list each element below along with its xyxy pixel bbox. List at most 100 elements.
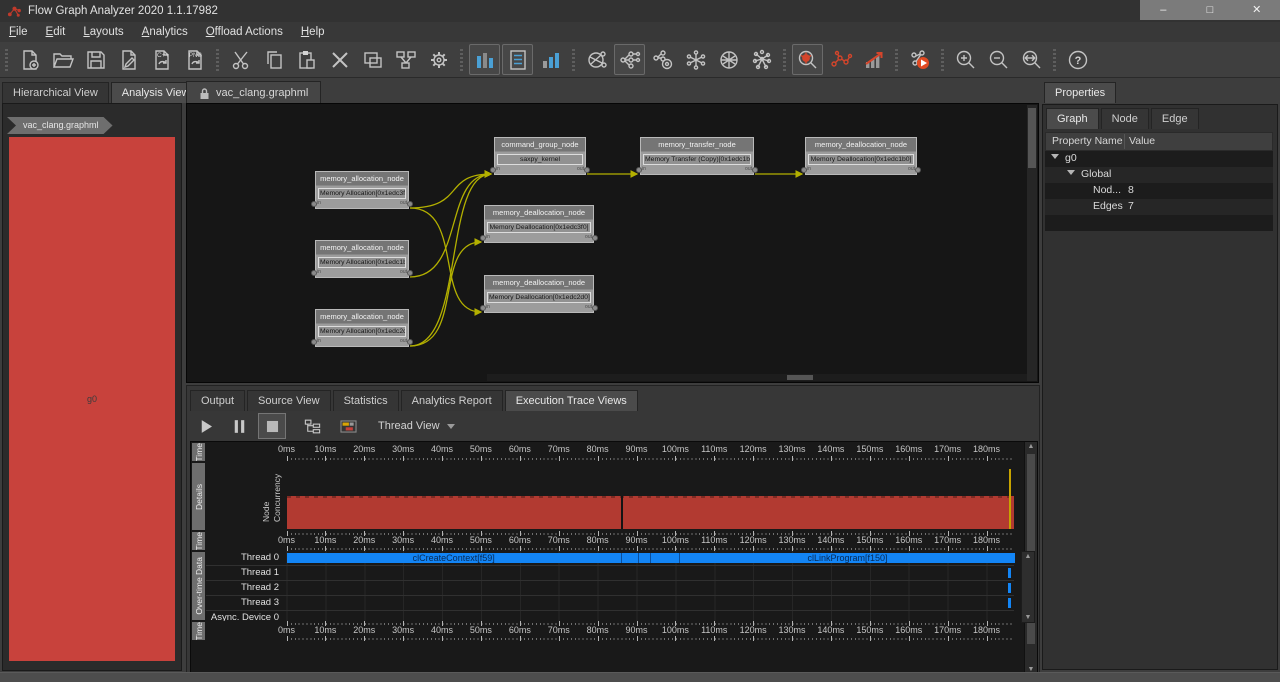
trace-event-mark[interactable] [1008,598,1011,608]
open-file-button[interactable] [47,44,78,75]
menu-item-analytics[interactable]: Analytics [133,22,197,42]
timeline-color-mode-button[interactable] [334,413,362,439]
menu-item-edit[interactable]: Edit [37,22,75,42]
output-port[interactable] [407,201,413,207]
menu-item-help[interactable]: Help [292,22,334,42]
ruler-tick-label: 30ms [381,444,425,454]
property-row-edges[interactable]: Edges7 [1045,199,1273,215]
output-port[interactable] [915,167,921,173]
paste-button[interactable] [291,44,322,75]
tab-analytics-report[interactable]: Analytics Report [401,390,503,411]
save-file-button[interactable] [80,44,111,75]
preferences-button[interactable] [423,44,454,75]
output-port[interactable] [752,167,758,173]
export-cpp-button[interactable]: C++ [146,44,177,75]
zoom-out-button[interactable] [983,44,1014,75]
cut-button[interactable] [225,44,256,75]
minimize-button[interactable]: – [1140,0,1187,20]
play-button[interactable] [192,413,220,439]
targeted-tree-layout-button[interactable] [647,44,678,75]
menu-item-layouts[interactable]: Layouts [74,22,132,42]
group-selection-button[interactable] [357,44,388,75]
breadcrumb[interactable]: vac_clang.graphml [7,117,113,134]
network-layout-button[interactable] [581,44,612,75]
graph-overview-thumbnail[interactable]: g0 [9,137,175,661]
trace-event-cllinkprogram-f150[interactable]: clLinkProgram[f150] [679,553,1014,563]
properties-tab-edge[interactable]: Edge [1151,108,1199,129]
chart-view-button[interactable] [535,44,566,75]
graph-node-memory_allocation_node[interactable]: memory_allocation_nodeMemory Allocation[… [315,171,409,209]
property-name: Edges [1093,200,1123,212]
trace-event[interactable] [621,553,640,563]
timeline-row-thread-1[interactable] [285,566,1014,581]
property-row-g0[interactable]: g0 [1045,151,1273,167]
trace-event-mark[interactable] [1008,568,1011,578]
graph-node-memory_deallocation_node[interactable]: memory_deallocation_nodeMemory Deallocat… [484,205,594,243]
output-port[interactable] [407,339,413,345]
properties-tab-graph[interactable]: Graph [1046,108,1099,129]
close-button[interactable]: ✕ [1233,0,1280,20]
document-tab[interactable]: vac_clang.graphml [186,81,321,104]
trace-sidebar-time: Time [192,443,205,461]
performance-analysis-button[interactable] [858,44,889,75]
help-button[interactable]: ? [1062,44,1093,75]
run-trace-button[interactable] [904,44,935,75]
menu-item-offload-actions[interactable]: Offload Actions [197,22,292,42]
menu-item-file[interactable]: File [0,22,37,42]
stop-button[interactable] [258,413,286,439]
timeline-row-thread-2[interactable] [285,581,1014,596]
graph-node-memory_transfer_node[interactable]: memory_transfer_nodeMemory Transfer (Cop… [640,137,754,175]
graph-node-command_group_node[interactable]: command_group_nodesaxpy_kernelinout [494,137,586,175]
tab-source-view[interactable]: Source View [247,390,331,411]
critical-path-button[interactable] [825,44,856,75]
cluster-layout-button[interactable] [746,44,777,75]
expand-arrow-icon[interactable] [1051,154,1059,159]
timeline-row-thread-3[interactable] [285,596,1014,611]
trace-event-mark[interactable] [1008,583,1011,593]
export-png-button[interactable]: PNG [179,44,210,75]
graph-node-memory_deallocation_node[interactable]: memory_deallocation_nodeMemory Deallocat… [484,275,594,313]
canvas-horizontal-scrollbar[interactable] [487,374,1027,381]
timeline-row-thread-0[interactable]: clCreateContext[f59] clLinkProgram[f150] [285,551,1014,566]
canvas-vertical-scrollbar[interactable] [1027,105,1037,381]
pause-button[interactable] [225,413,253,439]
tab-properties[interactable]: Properties [1044,82,1116,103]
graph-node-memory_allocation_node[interactable]: memory_allocation_nodeMemory Allocation[… [315,309,409,347]
property-row-nod[interactable]: Nod...8 [1045,183,1273,199]
graph-node-memory_deallocation_node[interactable]: memory_deallocation_nodeMemory Deallocat… [805,137,917,175]
trace-event[interactable] [650,553,680,563]
output-port[interactable] [407,270,413,276]
tree-view-toggle-button[interactable] [298,413,326,439]
new-file-button[interactable] [14,44,45,75]
statistics-view-button[interactable] [469,44,500,75]
graph-node-memory_allocation_node[interactable]: memory_allocation_nodeMemory Allocation[… [315,240,409,278]
report-view-button[interactable] [502,44,533,75]
edit-graph-button[interactable] [113,44,144,75]
output-port[interactable] [592,235,598,241]
tab-hierarchical-view[interactable]: Hierarchical View [2,82,109,103]
tab-output[interactable]: Output [190,390,245,411]
zoom-fit-button[interactable] [1016,44,1047,75]
toolbar-separator [781,49,788,71]
force-layout-button[interactable] [713,44,744,75]
tab-statistics[interactable]: Statistics [333,390,399,411]
properties-tab-node[interactable]: Node [1101,108,1149,129]
copy-button[interactable] [258,44,289,75]
maximize-button[interactable]: □ [1187,0,1234,20]
ruler-tick-label: 10ms [303,444,347,454]
output-port[interactable] [592,305,598,311]
tab-execution-trace-views[interactable]: Execution Trace Views [505,390,638,411]
thread-view-dropdown[interactable]: Thread View [378,420,455,432]
arrange-nodes-button[interactable] [390,44,421,75]
graph-canvas[interactable]: memory_allocation_nodeMemory Allocation[… [186,103,1039,383]
property-row-global[interactable]: Global [1045,167,1273,183]
inspect-graph-button[interactable] [792,44,823,75]
circular-layout-button[interactable] [680,44,711,75]
delete-button[interactable] [324,44,355,75]
expand-arrow-icon[interactable] [1067,170,1075,175]
zoom-in-button[interactable] [950,44,981,75]
output-port[interactable] [584,167,590,173]
tree-layout-button[interactable] [614,44,645,75]
trace-event-clcreatecontext-f59[interactable]: clCreateContext[f59] [287,553,621,563]
thread-rows-scrollbar[interactable]: ▲▼ [1021,551,1035,623]
